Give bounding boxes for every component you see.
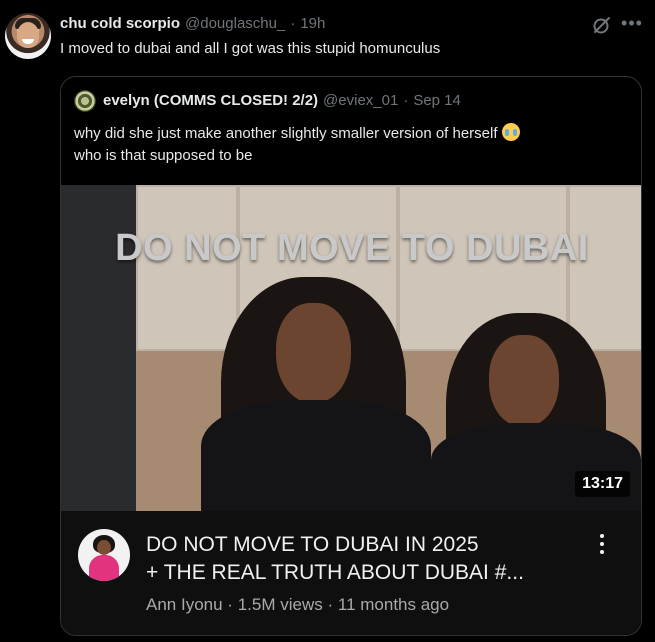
video-thumbnail[interactable]: DO NOT MOVE TO DUBAI 13:17 <box>61 185 641 511</box>
quoted-tweet-date[interactable]: Sep 14 <box>413 92 461 109</box>
view-count: 1.5M views <box>237 595 323 614</box>
tweet-header: chu cold scorpio @douglaschu_ · 19h <box>60 15 325 32</box>
quoted-text-line2: who is that supposed to be <box>74 147 253 164</box>
channel-avatar-icon[interactable] <box>78 529 130 581</box>
user-avatar-icon[interactable] <box>5 13 51 59</box>
separator: · <box>227 595 233 614</box>
quoted-tweet-text: why did she just make another slightly s… <box>74 123 614 167</box>
tweet-time[interactable]: 19h <box>300 15 325 32</box>
display-name[interactable]: chu cold scorpio <box>60 15 180 32</box>
loudly-crying-face-icon <box>501 123 520 141</box>
separator: · <box>290 15 296 32</box>
video-duration: 13:17 <box>575 471 630 497</box>
more-horizontal-icon[interactable]: ••• <box>621 13 643 35</box>
more-vertical-icon[interactable] <box>595 531 609 561</box>
video-meta: Ann Iyonu · 1.5M views · 11 months ago <box>146 595 449 615</box>
video-title-line2: + THE REAL TRUTH ABOUT DUBAI #... <box>146 561 524 584</box>
video-age: 11 months ago <box>337 595 450 614</box>
quoted-tweet[interactable]: evelyn (COMMS CLOSED! 2/2) @eviex_01 · S… <box>60 76 642 636</box>
separator: · <box>327 595 334 614</box>
quoted-user-avatar-icon[interactable] <box>74 90 96 112</box>
video-title-line1: DO NOT MOVE TO DUBAI IN 2025 <box>146 533 479 556</box>
quoted-tweet-header: evelyn (COMMS CLOSED! 2/2) @eviex_01 · S… <box>103 92 461 109</box>
channel-name[interactable]: Ann Iyonu <box>146 595 223 614</box>
tweet-text: I moved to dubai and all I got was this … <box>60 40 441 57</box>
video-title[interactable]: DO NOT MOVE TO DUBAI IN 2025 + THE REAL … <box>146 531 586 587</box>
quoted-display-name[interactable]: evelyn (COMMS CLOSED! 2/2) <box>103 92 318 109</box>
quoted-user-handle[interactable]: @eviex_01 <box>323 92 398 109</box>
separator: · <box>403 92 409 109</box>
quoted-text-line1: why did she just make another slightly s… <box>74 125 498 142</box>
video-overlay-text: DO NOT MOVE TO DUBAI <box>115 227 589 269</box>
grok-icon[interactable] <box>592 15 612 35</box>
user-handle[interactable]: @douglaschu_ <box>185 15 285 32</box>
video-info[interactable]: DO NOT MOVE TO DUBAI IN 2025 + THE REAL … <box>61 511 641 635</box>
